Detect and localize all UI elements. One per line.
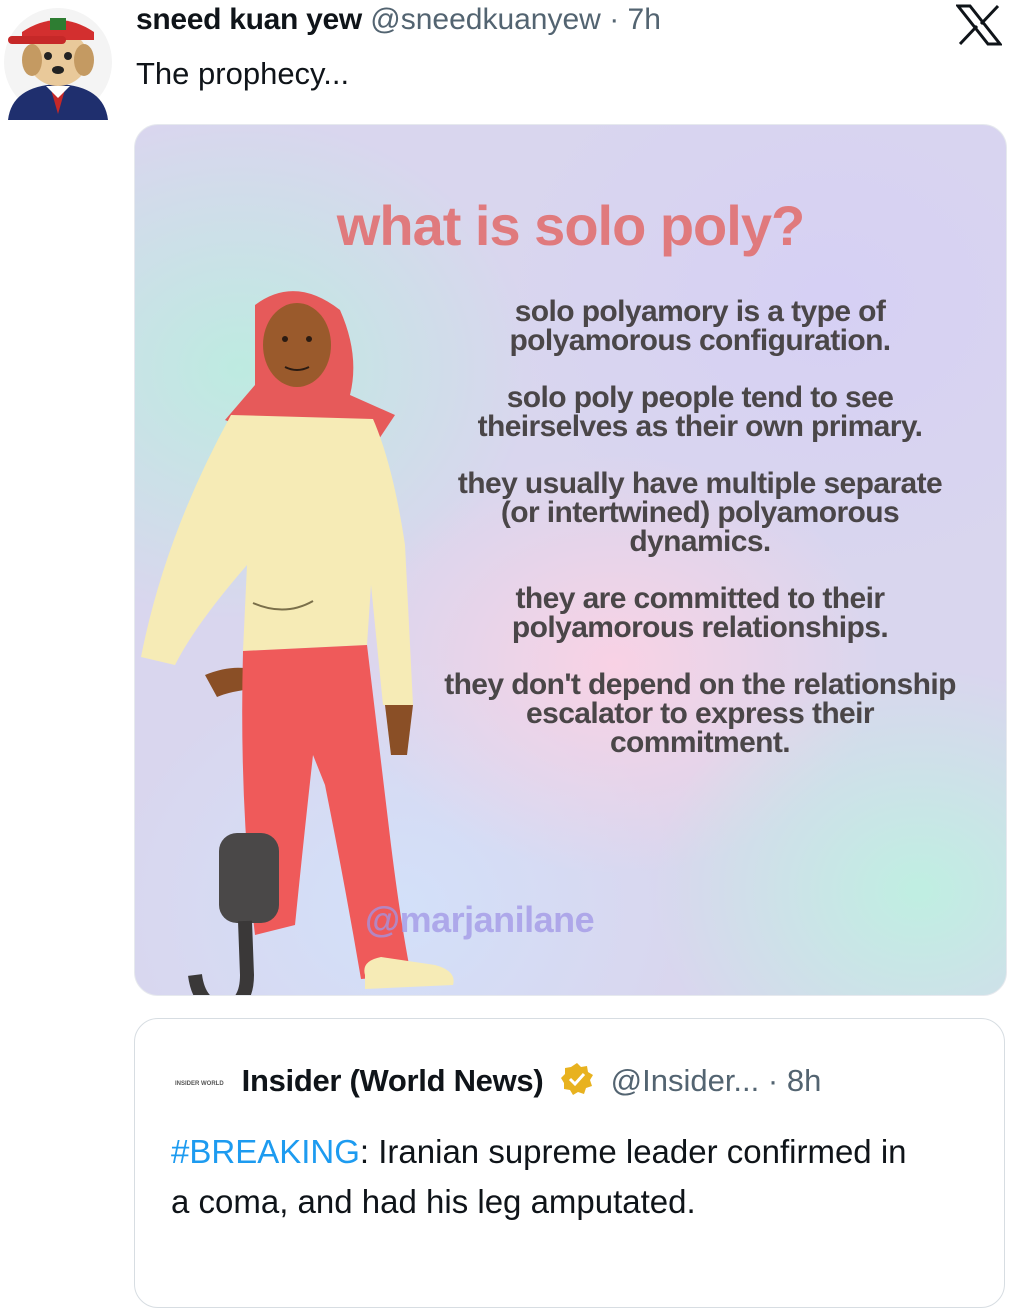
poster-watermark: @marjanilane <box>365 899 595 940</box>
insider-logo: INSIDER WORLD <box>175 1081 224 1087</box>
timestamp[interactable]: 7h <box>628 3 661 36</box>
tweet-header: sneed kuan yew @sneedkuanyew · 7h <box>136 2 661 38</box>
quoted-tweet-text: #BREAKING: Iranian supreme leader confir… <box>171 1127 931 1227</box>
poster-body: solo polyamory is a type of polyamorous … <box>435 297 965 785</box>
poster-paragraph: solo poly people tend to see theirselves… <box>477 381 923 443</box>
poster-paragraph: they usually have multiple separate (or … <box>457 467 943 558</box>
avatar[interactable] <box>2 2 114 120</box>
quoted-handle[interactable]: @Insider... <box>611 1063 760 1098</box>
display-name[interactable]: sneed kuan yew <box>136 3 362 36</box>
poster-paragraph: they don't depend on the relationship es… <box>444 668 956 759</box>
gold-verified-badge-icon <box>560 1062 594 1096</box>
x-logo-icon <box>954 4 1004 46</box>
handle[interactable]: @sneedkuanyew <box>370 3 601 36</box>
quoted-tweet-header: INSIDER WORLD Insider (World News) @Insi… <box>175 1061 821 1101</box>
quoted-tweet[interactable]: INSIDER WORLD Insider (World News) @Insi… <box>134 1018 1005 1308</box>
tweet-media-image[interactable]: what is solo poly? solo polyamory is a t… <box>134 124 1007 996</box>
separator-dot: · <box>767 1063 779 1098</box>
tweet-text: The prophecy... <box>136 56 350 91</box>
poster-paragraph: solo polyamory is a type of polyamorous … <box>509 295 891 357</box>
quoted-timestamp[interactable]: 8h <box>787 1063 821 1098</box>
hashtag-link[interactable]: #BREAKING <box>171 1133 360 1170</box>
poster-title: what is solo poly? <box>336 194 805 257</box>
quoted-display-name[interactable]: Insider (World News) <box>242 1063 544 1098</box>
avatar-dog-in-cap-icon <box>4 8 112 120</box>
separator-dot: · <box>609 3 620 36</box>
poster-paragraph: they are committed to their polyamorous … <box>511 582 889 644</box>
